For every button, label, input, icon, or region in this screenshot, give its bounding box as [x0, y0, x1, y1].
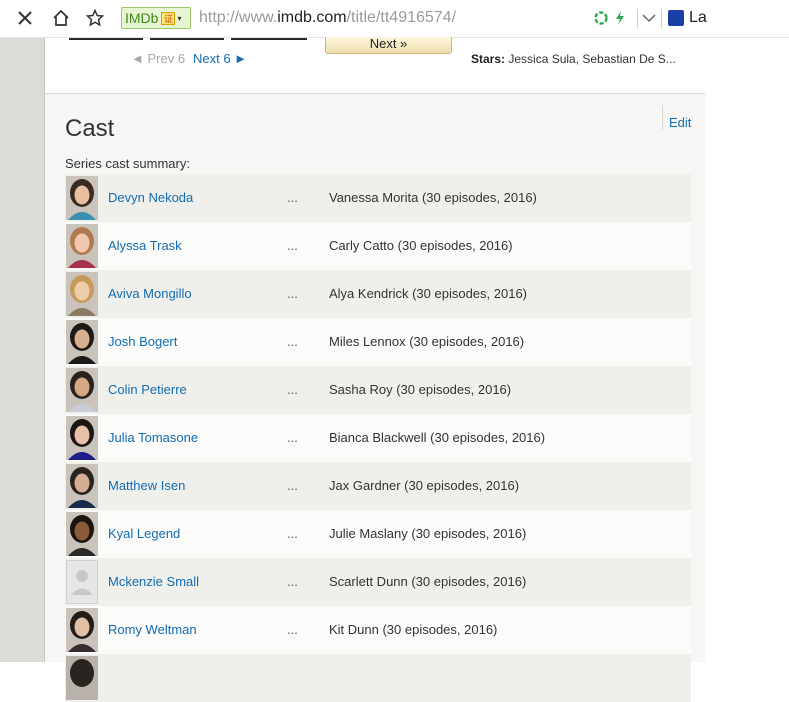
cast-row [65, 654, 691, 702]
character-role: Vanessa Morita (30 episodes, 2016) [329, 190, 537, 205]
site-badge-label: IMDb [125, 10, 159, 26]
cast-row: Aviva Mongillo... Alya Kendrick (30 episo… [65, 270, 691, 318]
avatar[interactable] [66, 512, 98, 556]
character-role: Jax Gardner (30 episodes, 2016) [329, 478, 520, 493]
media-strip: ◄ Prev 6 Next 6 ► Next » Stars: Jessica … [45, 37, 705, 93]
video-thumbnail[interactable] [231, 38, 307, 40]
site-badge[interactable]: IMDb 证 ▾ [121, 7, 191, 29]
character-role: Sasha Roy (30 episodes, 2016) [329, 382, 512, 397]
cast-row: Matthew Isen... Jax Gardner (30 episodes,… [65, 462, 691, 510]
video-thumbnail[interactable] [150, 38, 224, 40]
search-engine-label: La [689, 9, 707, 26]
actor-link[interactable]: Devyn Nekoda [108, 190, 193, 205]
cast-row: Josh Bogert... Miles Lennox (30 episodes,… [65, 318, 691, 366]
actor-link[interactable]: Colin Petierre [108, 382, 187, 397]
actor-link[interactable]: Josh Bogert [108, 334, 177, 349]
edit-divider [662, 105, 663, 130]
cast-row: Kyal Legend... Julie Maslany (30 episodes… [65, 510, 691, 558]
avatar[interactable] [66, 608, 98, 652]
ellipsis-separator: ... [287, 190, 298, 205]
character-role: Scarlett Dunn (30 episodes, 2016) [329, 574, 527, 589]
actor-link[interactable]: Matthew Isen [108, 478, 185, 493]
toolbar-divider [661, 9, 662, 28]
url-domain: imdb.com [277, 9, 347, 26]
ellipsis-separator: ... [287, 430, 298, 445]
cast-row: Mckenzie Small... Scarlett Dunn (30 episo… [65, 558, 691, 606]
url-path: /title/tt4916574/ [346, 9, 457, 26]
close-icon[interactable] [14, 7, 36, 29]
actor-link[interactable]: Aviva Mongillo [108, 286, 192, 301]
prev-link: ◄ Prev 6 [131, 51, 186, 66]
chevron-down-icon: ▾ [177, 13, 182, 23]
character-role: Carly Catto (30 episodes, 2016) [329, 238, 513, 253]
certificate-icon: 证 [161, 11, 176, 25]
avatar[interactable] [66, 656, 98, 700]
browser-toolbar: IMDb 证 ▾ http://www.imdb.com/title/tt491… [0, 0, 789, 38]
cast-summary-label: Series cast summary: [65, 156, 190, 171]
stars-value[interactable]: Jessica Sula, Sebastian De S... [505, 52, 675, 66]
character-role: Miles Lennox (30 episodes, 2016) [329, 334, 525, 349]
avatar[interactable] [66, 176, 98, 220]
next-link[interactable]: Next 6 ► [193, 51, 247, 66]
avatar-placeholder-icon[interactable] [66, 560, 98, 604]
stars-label: Stars: [471, 52, 506, 66]
url-prefix: http://www. [199, 9, 278, 26]
cast-row: Colin Petierre... Sasha Roy (30 episodes,… [65, 366, 691, 414]
stars-line: Stars: Jessica Sula, Sebastian De S... [471, 52, 676, 66]
ellipsis-separator: ... [287, 238, 298, 253]
cast-row: Devyn Nekoda... Vanessa Morita (30 episod… [65, 174, 691, 222]
page-gutter [0, 38, 44, 662]
page-content: ◄ Prev 6 Next 6 ► Next » Stars: Jessica … [45, 37, 705, 702]
avatar[interactable] [66, 224, 98, 268]
lightning-icon[interactable] [609, 7, 631, 29]
edit-link[interactable]: Edit [669, 115, 691, 130]
actor-link[interactable]: Alyssa Trask [108, 238, 182, 253]
character-role: Julie Maslany (30 episodes, 2016) [329, 526, 527, 541]
actor-link[interactable]: Mckenzie Small [108, 574, 199, 589]
home-icon[interactable] [50, 7, 72, 29]
ellipsis-separator: ... [287, 478, 298, 493]
actor-link[interactable]: Romy Weltman [108, 622, 197, 637]
cast-row: Romy Weltman... Kit Dunn (30 episodes, 20… [65, 606, 691, 654]
address-bar[interactable]: http://www.imdb.com/title/tt4916574/ [199, 9, 456, 27]
character-role: Alya Kendrick (30 episodes, 2016) [329, 286, 528, 301]
section-title: Cast [65, 115, 115, 142]
section-divider [45, 93, 705, 94]
ellipsis-separator: ... [287, 334, 298, 349]
cast-row: Julia Tomasone... Bianca Blackwell (30 ep… [65, 414, 691, 462]
character-role: Kit Dunn (30 episodes, 2016) [329, 622, 498, 637]
next-episode-button[interactable]: Next » [325, 37, 452, 54]
bookmark-star-icon[interactable] [84, 7, 106, 29]
avatar[interactable] [66, 272, 98, 316]
avatar[interactable] [66, 320, 98, 364]
ellipsis-separator: ... [287, 574, 298, 589]
character-role: Bianca Blackwell (30 episodes, 2016) [329, 430, 546, 445]
video-thumbnail[interactable] [69, 38, 143, 40]
ellipsis-separator: ... [287, 382, 298, 397]
actor-link[interactable]: Julia Tomasone [108, 430, 198, 445]
avatar[interactable] [66, 368, 98, 412]
chevron-down-icon[interactable] [638, 7, 660, 29]
paw-search-icon[interactable] [668, 10, 684, 26]
ellipsis-separator: ... [287, 286, 298, 301]
ellipsis-separator: ... [287, 526, 298, 541]
avatar[interactable] [66, 464, 98, 508]
actor-link[interactable]: Kyal Legend [108, 526, 180, 541]
avatar[interactable] [66, 416, 98, 460]
ellipsis-separator: ... [287, 622, 298, 637]
cast-row: Alyssa Trask... Carly Catto (30 episodes,… [65, 222, 691, 270]
